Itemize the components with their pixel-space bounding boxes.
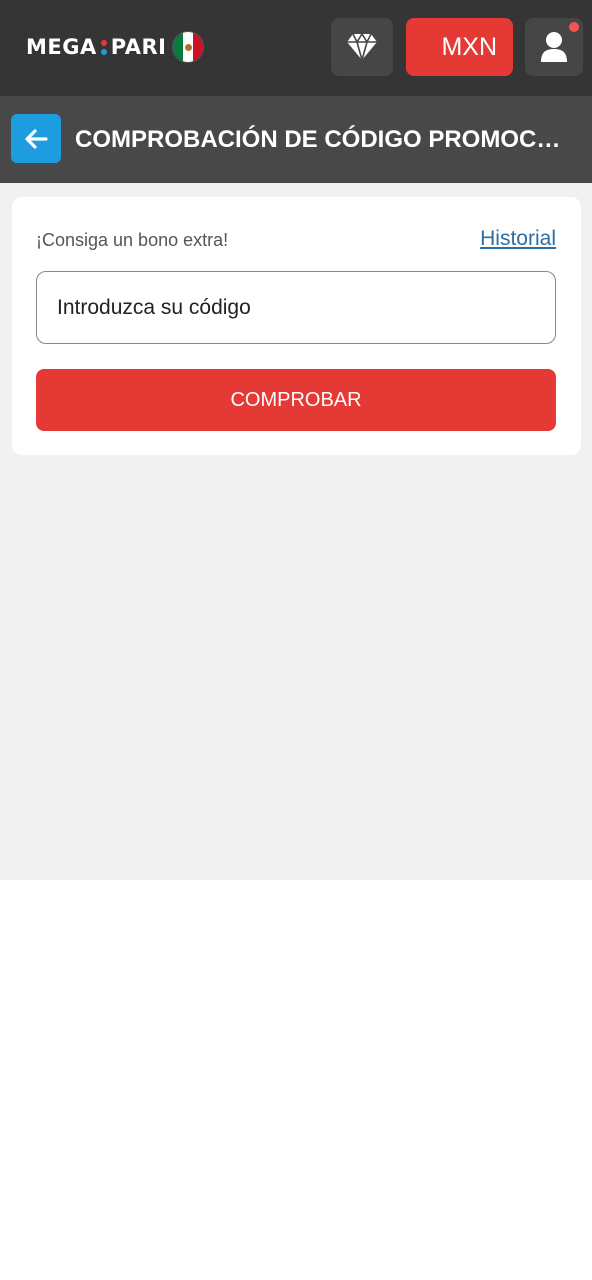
flag-stripe-green bbox=[173, 32, 184, 62]
bonus-diamond-button[interactable] bbox=[331, 18, 393, 76]
check-code-button[interactable]: COMPROBAR bbox=[36, 369, 556, 431]
mexico-flag-icon bbox=[172, 31, 205, 63]
megapari-logo[interactable]: MEGA PARI bbox=[26, 30, 205, 64]
logo-dot-blue bbox=[100, 48, 107, 55]
logo-text-right: PARI bbox=[110, 35, 167, 59]
logo-dot-red bbox=[100, 39, 107, 46]
promo-note: ¡Consiga un bono extra! bbox=[36, 230, 229, 250]
currency-button[interactable]: MXN bbox=[406, 18, 513, 76]
notification-dot bbox=[569, 22, 579, 32]
back-button[interactable] bbox=[11, 114, 61, 163]
user-icon bbox=[541, 32, 567, 62]
flag-stripe-white bbox=[183, 32, 194, 62]
currency-label: MXN bbox=[441, 32, 497, 61]
promo-code-card: ¡Consiga un bono extra! Historial COMPRO… bbox=[12, 197, 581, 455]
blank-area bbox=[0, 880, 592, 1280]
profile-button[interactable] bbox=[525, 18, 583, 76]
promo-code-input[interactable] bbox=[36, 271, 556, 344]
diamond-icon bbox=[347, 33, 377, 61]
arrow-left-icon bbox=[25, 128, 48, 149]
page-title: COMPROBACIÓN DE CÓDIGO PROMOCI… bbox=[75, 126, 565, 153]
main-content: ¡Consiga un bono extra! Historial COMPRO… bbox=[0, 183, 592, 880]
history-link[interactable]: Historial bbox=[480, 227, 556, 251]
logo-text-left: MEGA bbox=[26, 35, 97, 59]
flag-stripe-red bbox=[193, 32, 204, 62]
logo-dots bbox=[100, 39, 107, 55]
top-bar: MEGA PARI MXN bbox=[0, 0, 592, 96]
page-header: COMPROBACIÓN DE CÓDIGO PROMOCI… bbox=[0, 96, 592, 183]
